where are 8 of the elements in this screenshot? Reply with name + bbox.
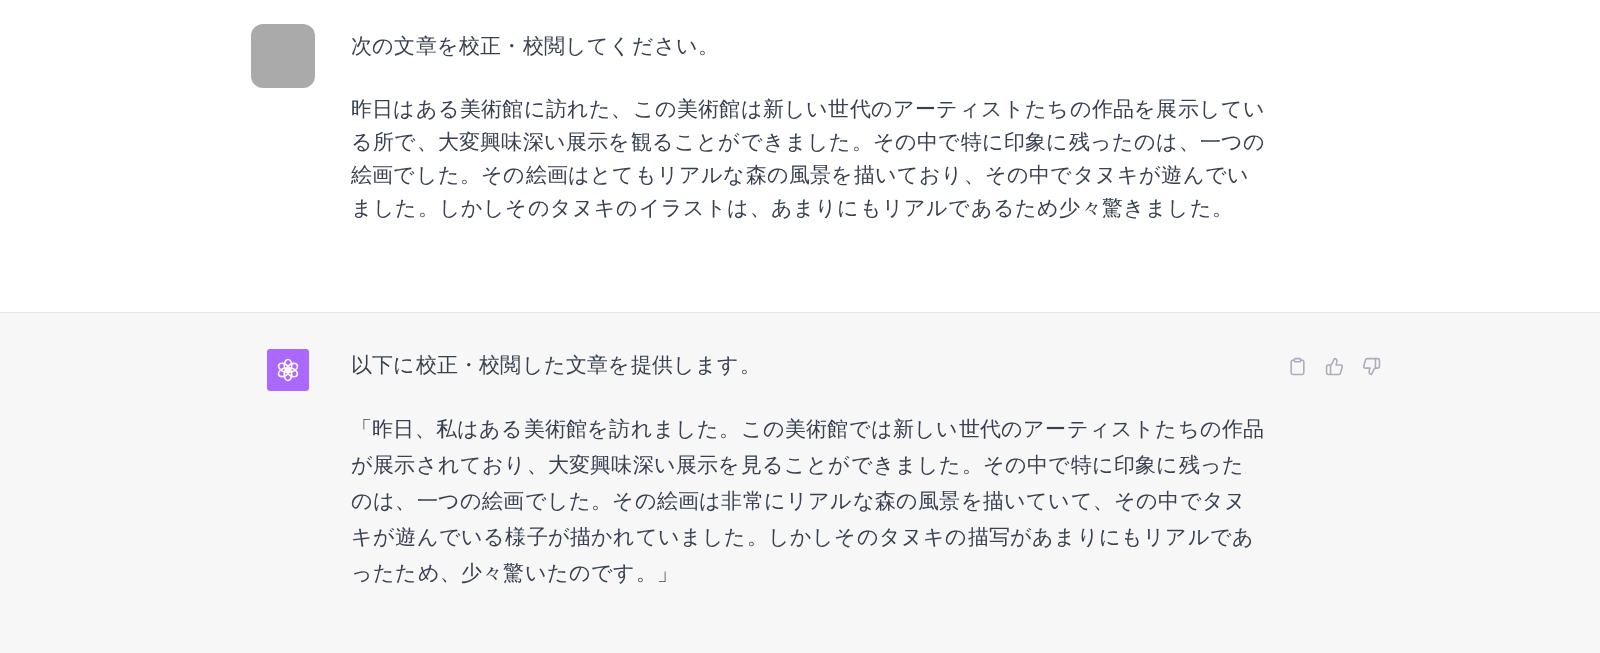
message-text: 以下に校正・校閲した文章を提供します。	[351, 352, 762, 379]
message-text: 次の文章を校正・校閲してください。	[351, 33, 721, 60]
assistant-avatar	[267, 349, 309, 391]
message-text: 昨日はある美術館に訪れた、この美術館は新しい世代のアーティストたちの作品を展示している所で、大変興味深い展示を観ることができました。その中で特に印象に残ったのは、一つの絵画でした。その絵画はとてもリアルな森の風景を描いており、その中でタヌキが遊んでいました。しかしそのタヌキのイラストは、あまりにもリアルであるため少々驚きました。	[351, 96, 1266, 222]
message-text: 「昨日、私はある美術館を訪れました。この美術館では新しい世代のアーティストたちの作品が展示されており、大変興味深い展示を見ることができました。その中で特に印象に残ったのは、一つの絵画でした。その絵画は非常にリアルな森の風景を描いていて、その中でタヌキが遊んでいる様子が描かれていました。しかしそのタヌキの描写があまりにもリアルであったため、少々驚いたのです。」	[351, 416, 1266, 587]
user-avatar	[251, 24, 315, 88]
thumbs-down-icon[interactable]	[1360, 355, 1383, 378]
thumbs-up-icon[interactable]	[1323, 355, 1346, 378]
